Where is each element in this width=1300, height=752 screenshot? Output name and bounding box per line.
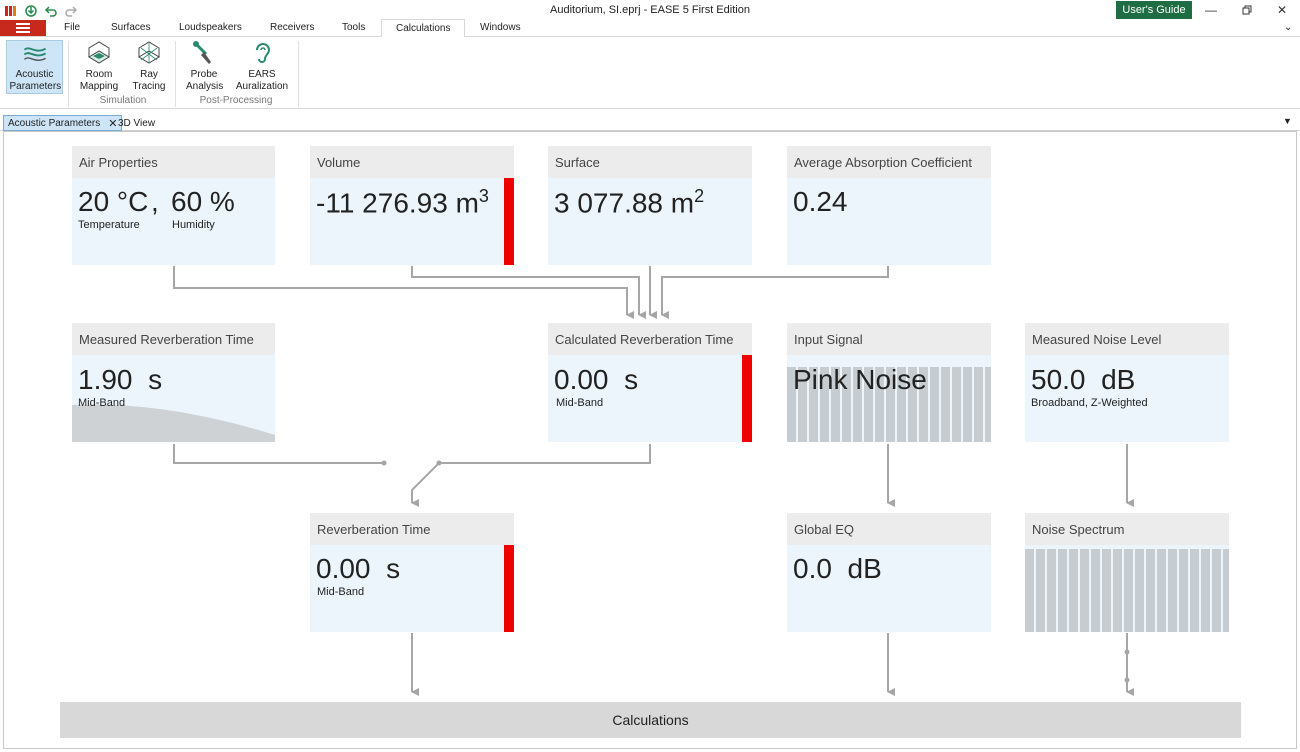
global-eq-number: 0.0 (793, 553, 832, 584)
card-input-signal[interactable]: Input Signal Pink Noise (787, 323, 991, 442)
card-air-properties[interactable]: Air Properties 20 °C , 60 % Temperature … (72, 146, 275, 265)
card-title: Reverberation Time (310, 513, 514, 545)
humidity-value: 60 % (171, 186, 235, 217)
spectrum-bars-graphic (1025, 549, 1229, 632)
surface-unit-exponent: 2 (694, 186, 705, 206)
calculated-rt-label: Mid-Band (556, 397, 604, 409)
volume-value: -11 276.93 m3 (316, 186, 489, 219)
calculations-button[interactable]: Calculations (60, 702, 1241, 738)
noise-level-unit: dB (1101, 364, 1136, 395)
reverb-time-value: 0.00 s (316, 553, 400, 585)
measured-rt-value: 1.90 s (78, 364, 162, 396)
noise-level-value: 50.0 dB (1031, 364, 1135, 396)
card-reverberation-time[interactable]: Reverberation Time 0.00 s Mid-Band (310, 513, 514, 632)
measured-rt-unit: s (148, 364, 163, 395)
global-eq-unit: dB (847, 553, 882, 584)
noise-level-label: Broadband, Z-Weighted (1031, 397, 1148, 409)
humidity-label: Humidity (172, 219, 215, 231)
card-title: Measured Noise Level (1025, 323, 1229, 355)
measured-rt-label: Mid-Band (78, 397, 126, 409)
calculated-rt-unit: s (624, 364, 639, 395)
card-title: Input Signal (787, 323, 991, 355)
card-title: Average Absorption Coefficient (787, 146, 991, 178)
error-indicator-bar (504, 545, 514, 632)
card-title: Noise Spectrum (1025, 513, 1229, 545)
temperature-value: 20 °C (78, 186, 149, 217)
card-noise-spectrum[interactable]: Noise Spectrum (1025, 513, 1229, 632)
card-title: Measured Reverberation Time (72, 323, 275, 355)
calculated-rt-value: 0.00 s (554, 364, 638, 396)
reverb-time-unit: s (386, 553, 401, 584)
noise-level-number: 50.0 (1031, 364, 1086, 395)
absorption-value: 0.24 (793, 186, 848, 217)
error-indicator-bar (742, 355, 752, 442)
card-global-eq[interactable]: Global EQ 0.0 dB (787, 513, 991, 632)
card-measured-noise-level[interactable]: Measured Noise Level 50.0 dB Broadband, … (1025, 323, 1229, 442)
surface-number: 3 077.88 m (554, 187, 695, 219)
card-title: Air Properties (72, 146, 275, 178)
card-calculated-reverberation-time[interactable]: Calculated Reverberation Time 0.00 s Mid… (548, 323, 752, 442)
card-volume[interactable]: Volume -11 276.93 m3 (310, 146, 514, 265)
card-average-absorption[interactable]: Average Absorption Coefficient 0.24 (787, 146, 991, 265)
input-signal-value: Pink Noise (793, 364, 927, 395)
volume-unit-exponent: 3 (478, 186, 489, 206)
reverb-time-number: 0.00 (316, 553, 371, 584)
card-surface[interactable]: Surface 3 077.88 m2 (548, 146, 752, 265)
global-eq-value: 0.0 dB (793, 553, 882, 585)
card-title: Global EQ (787, 513, 991, 545)
volume-number: -11 276.93 m (316, 187, 479, 219)
card-title: Surface (548, 146, 752, 178)
card-title: Calculated Reverberation Time (548, 323, 752, 355)
card-measured-reverberation-time[interactable]: Measured Reverberation Time 1.90 s Mid-B… (72, 323, 275, 442)
surface-value: 3 077.88 m2 (554, 186, 704, 219)
value-separator: , (151, 186, 159, 217)
measured-rt-number: 1.90 (78, 364, 133, 395)
temperature-label: Temperature (78, 219, 140, 231)
error-indicator-bar (504, 178, 514, 265)
calculated-rt-number: 0.00 (554, 364, 609, 395)
reverb-time-label: Mid-Band (317, 586, 365, 598)
card-title: Volume (310, 146, 514, 178)
